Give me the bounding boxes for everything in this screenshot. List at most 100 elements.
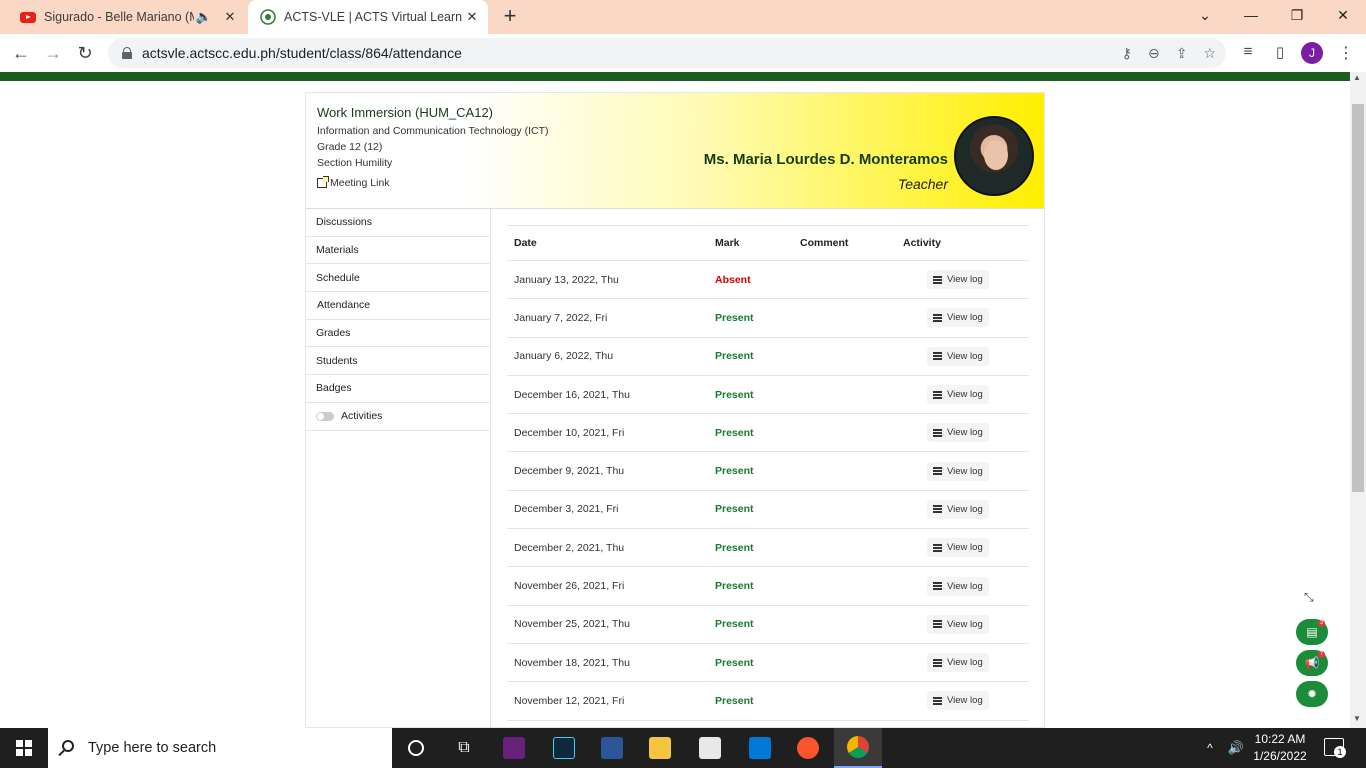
- sidebar-item-discussions[interactable]: Discussions: [306, 209, 490, 237]
- view-log-button[interactable]: View log: [927, 423, 989, 443]
- activities-toggle[interactable]: [316, 411, 334, 421]
- tab-acts-vle[interactable]: ACTS-VLE | ACTS Virtual Learning ✕: [248, 0, 488, 34]
- notification-count: 1: [1334, 746, 1346, 758]
- scroll-up-icon[interactable]: ▲: [1353, 73, 1361, 82]
- view-log-button[interactable]: View log: [927, 308, 989, 328]
- list-icon: [933, 352, 942, 361]
- sidebar-item-attendance[interactable]: Attendance: [306, 292, 490, 320]
- vscode-icon[interactable]: [736, 728, 784, 768]
- restore-icon[interactable]: ❐: [1274, 0, 1320, 30]
- meeting-link-label[interactable]: Meeting Link: [330, 177, 390, 189]
- meeting-link[interactable]: Meeting Link: [317, 176, 390, 189]
- sidebar-item-badges[interactable]: Badges: [306, 375, 490, 403]
- menu-dots-icon[interactable]: ⋮: [1338, 43, 1354, 63]
- lock-icon[interactable]: [122, 47, 132, 59]
- view-log-button[interactable]: View log: [927, 270, 989, 290]
- external-link-icon: [317, 176, 329, 188]
- view-log-button[interactable]: View log: [927, 614, 989, 634]
- table-row: December 10, 2021, Fri Present View log: [507, 414, 1029, 453]
- row-activity: View log: [903, 576, 1029, 596]
- row-activity: View log: [903, 346, 1029, 366]
- side-panel-icon[interactable]: ▯: [1269, 43, 1291, 65]
- row-mark: Present: [715, 541, 754, 554]
- show-hidden-icons-icon[interactable]: ^: [1196, 728, 1224, 768]
- file-manager-icon[interactable]: [686, 728, 734, 768]
- tab-youtube[interactable]: Sigurado - Belle Mariano (M 🔈 ✕: [8, 0, 246, 34]
- cortana-icon[interactable]: [392, 728, 440, 768]
- view-log-label: View log: [947, 274, 983, 286]
- sidebar-item-materials[interactable]: Materials: [306, 237, 490, 265]
- taskbar-clock[interactable]: 10:22 AM 1/26/2022: [1250, 731, 1310, 765]
- view-log-button[interactable]: View log: [927, 576, 989, 596]
- collapse-icon[interactable]: ⤡: [1304, 590, 1314, 605]
- row-mark: Present: [715, 426, 754, 439]
- view-log-button[interactable]: View log: [927, 499, 989, 519]
- terminal-icon[interactable]: [540, 728, 588, 768]
- tab-search-icon[interactable]: ⌄: [1182, 0, 1228, 30]
- sidebar-item-grades[interactable]: Grades: [306, 320, 490, 348]
- start-button[interactable]: [0, 728, 48, 768]
- row-mark: Present: [715, 694, 754, 707]
- calendar-fab[interactable]: ▤ 3: [1296, 619, 1328, 645]
- brave-browser-icon[interactable]: [784, 728, 832, 768]
- close-tab-icon[interactable]: ✕: [220, 9, 240, 25]
- table-row: November 18, 2021, Thu Present View log: [507, 644, 1029, 683]
- speaker-icon[interactable]: 🔈: [194, 9, 214, 25]
- share-icon[interactable]: ⇪: [1176, 45, 1188, 62]
- zoom-icon[interactable]: ⊖: [1148, 45, 1160, 62]
- sidebar-item-schedule[interactable]: Schedule: [306, 264, 490, 293]
- close-window-icon[interactable]: ✕: [1320, 0, 1366, 30]
- announcements-fab[interactable]: 📢 7: [1296, 650, 1328, 676]
- teacher-name: Ms. Maria Lourdes D. Monteramos: [703, 151, 948, 168]
- view-log-button[interactable]: View log: [927, 653, 989, 673]
- volume-icon[interactable]: 🔊: [1222, 728, 1250, 768]
- class-card: Work Immersion (HUM_CA12) Information an…: [305, 92, 1045, 729]
- scroll-down-icon[interactable]: ▼: [1353, 714, 1361, 723]
- view-log-button[interactable]: View log: [927, 538, 989, 558]
- reload-icon[interactable]: ↻: [72, 40, 98, 66]
- new-tab-button[interactable]: +: [498, 5, 522, 29]
- clock-time: 10:22 AM: [1254, 732, 1306, 746]
- back-icon[interactable]: ←: [8, 40, 34, 66]
- table-row: November 25, 2021, Thu Present View log: [507, 606, 1029, 644]
- key-icon[interactable]: ⚷: [1122, 45, 1132, 62]
- minimize-icon[interactable]: —: [1228, 0, 1274, 30]
- chrome-icon[interactable]: [834, 728, 882, 768]
- windows-logo-icon: [16, 740, 32, 756]
- row-activity: View log: [903, 499, 1029, 519]
- row-activity: View log: [903, 308, 1029, 328]
- row-mark: Present: [715, 656, 754, 669]
- teacher-role: Teacher: [897, 176, 948, 192]
- visual-studio-icon[interactable]: [490, 728, 538, 768]
- media-control-icon[interactable]: ≡: [1237, 43, 1259, 65]
- list-icon: [933, 313, 942, 322]
- profile-avatar[interactable]: J: [1301, 42, 1323, 64]
- list-icon: [933, 620, 942, 629]
- bug-report-fab[interactable]: ✹: [1296, 681, 1328, 707]
- view-log-button[interactable]: View log: [927, 691, 989, 711]
- calendar-badge: 3: [1318, 620, 1325, 627]
- youtube-icon: [20, 9, 36, 25]
- browser-tab-strip: Sigurado - Belle Mariano (M 🔈 ✕ ACTS-VLE…: [0, 0, 1366, 34]
- view-log-button[interactable]: View log: [927, 346, 989, 366]
- site-top-bar: [0, 72, 1350, 81]
- sidebar-item-students[interactable]: Students: [306, 347, 490, 376]
- url-text[interactable]: actsvle.actscc.edu.ph/student/class/864/…: [142, 45, 462, 61]
- file-explorer-icon[interactable]: [636, 728, 684, 768]
- row-mark: Present: [715, 618, 754, 631]
- row-activity: View log: [903, 691, 1029, 711]
- task-view-icon[interactable]: ⧉: [440, 728, 488, 768]
- sidebar-item-activities[interactable]: Activities: [306, 403, 490, 431]
- view-log-label: View log: [947, 503, 983, 515]
- view-log-button[interactable]: View log: [927, 461, 989, 481]
- scrollbar-thumb[interactable]: [1352, 104, 1364, 492]
- bookmark-star-icon[interactable]: ☆: [1203, 45, 1216, 62]
- row-date: December 16, 2021, Thu: [514, 388, 630, 401]
- close-tab-icon[interactable]: ✕: [462, 9, 482, 25]
- taskbar-search[interactable]: Type here to search: [48, 728, 392, 768]
- url-bar[interactable]: actsvle.actscc.edu.ph/student/class/864/…: [108, 38, 1226, 68]
- word-icon[interactable]: [588, 728, 636, 768]
- view-log-button[interactable]: View log: [927, 385, 989, 405]
- forward-icon[interactable]: →: [40, 40, 66, 66]
- row-date: November 12, 2021, Fri: [514, 694, 625, 707]
